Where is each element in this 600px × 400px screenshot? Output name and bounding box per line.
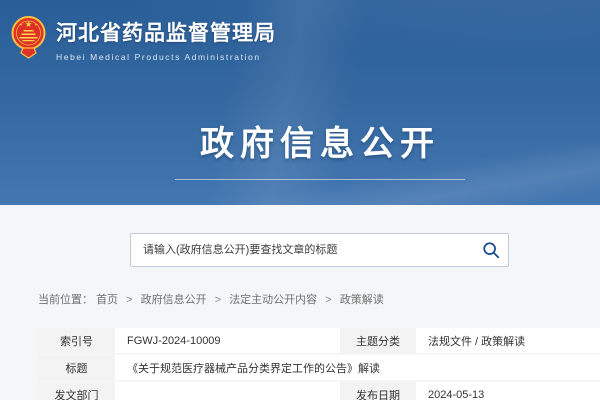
breadcrumb-prefix: 当前位置： [38,294,93,306]
breadcrumb-item-home[interactable]: 首页 [96,294,118,306]
title-value: 《关于规范医疗器械产品分类界定工作的公告》解读 [115,355,600,380]
issuing-department-value [115,382,340,400]
breadcrumb-item-gov-info[interactable]: 政府信息公开 [141,294,207,306]
table-row: 标题 《关于规范医疗器械产品分类界定工作的公告》解读 [38,355,600,380]
table-row: 发文部门 发布日期 2024-05-13 [38,382,600,400]
search-input[interactable] [131,234,474,266]
index-number-label: 索引号 [38,328,115,353]
breadcrumb-separator: > [215,294,221,306]
document-info-table: 索引号 FGWJ-2024-10009 主题分类 法规文件 / 政策解读 标题 … [38,326,600,400]
breadcrumb-separator: > [325,294,331,306]
hero-banner: ★ ★ ★ 河北省药品监督管理局 Hebei Medical Products … [0,0,600,205]
publish-date-label: 发布日期 [340,382,416,400]
search-button[interactable] [474,234,508,266]
search-icon [482,241,500,259]
index-number-value: FGWJ-2024-10009 [115,328,340,353]
breadcrumb-separator: > [126,294,132,306]
issuing-department-label: 发文部门 [38,382,115,400]
breadcrumb-item-statutory-disclosure[interactable]: 法定主动公开内容 [229,294,317,306]
hero-center: 政府信息公开 [20,0,600,180]
breadcrumb-item-policy-interpretation[interactable]: 政策解读 [340,294,384,306]
title-underline-divider [175,179,465,180]
subject-category-value: 法规文件 / 政策解读 [416,328,600,353]
search-box [130,233,509,267]
title-label: 标题 [38,355,115,380]
publish-date-value: 2024-05-13 [416,382,600,400]
page-title: 政府信息公开 [20,116,600,165]
page: ★ ★ ★ 河北省药品监督管理局 Hebei Medical Products … [0,0,600,400]
table-row: 索引号 FGWJ-2024-10009 主题分类 法规文件 / 政策解读 [38,328,600,353]
subject-category-label: 主题分类 [340,328,416,353]
breadcrumb: 当前位置： 首页 > 政府信息公开 > 法定主动公开内容 > 政策解读 [38,291,384,307]
